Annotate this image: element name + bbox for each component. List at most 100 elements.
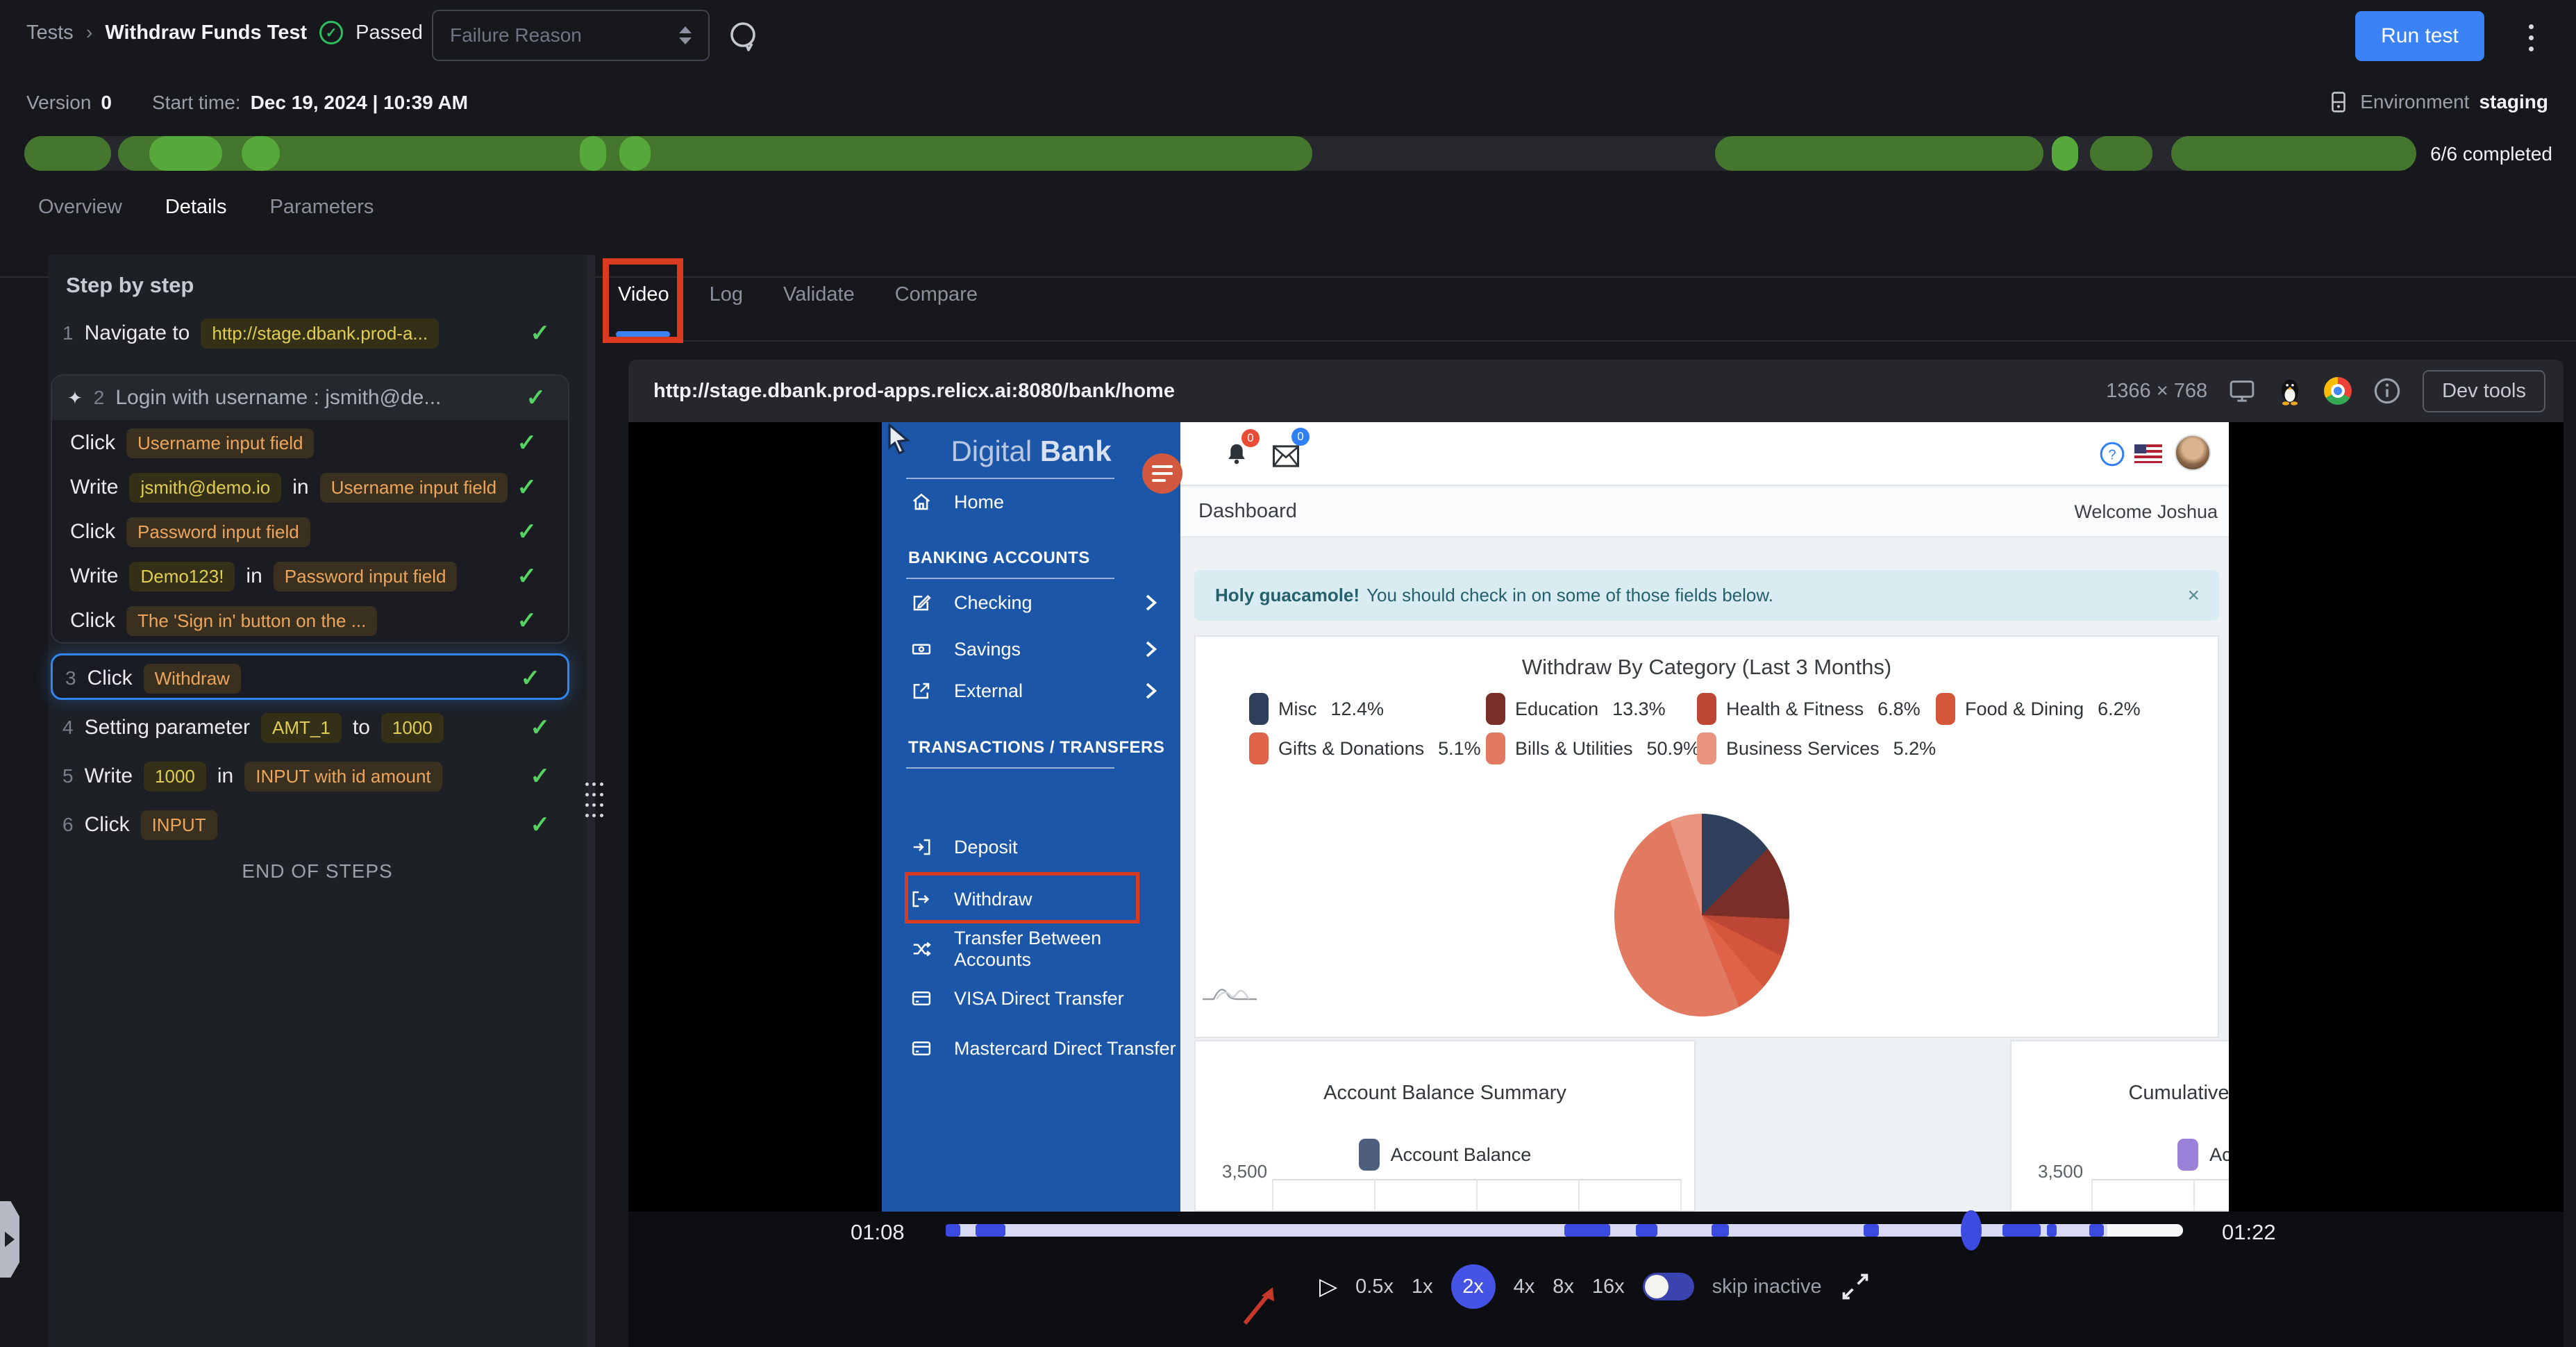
progress-segment-bright	[2052, 136, 2078, 171]
comment-bubble-icon	[730, 22, 755, 51]
step-action: Write	[70, 564, 119, 587]
progress-segment-dark	[2171, 136, 2416, 171]
step-action: Click	[70, 520, 115, 543]
bank-logo: Digital Bank	[951, 435, 1112, 467]
bank-nav-external: External	[882, 671, 1180, 710]
activity-marker	[946, 1224, 961, 1237]
home-icon	[912, 493, 930, 510]
step-check-icon: ✓	[520, 665, 541, 692]
step-check-icon: ✓	[530, 714, 551, 741]
substep-row[interactable]: Click The 'Sign in' button on the ... ✓	[70, 598, 556, 642]
panel-title: Step by step	[66, 273, 194, 297]
speed-0.5x[interactable]: 0.5x	[1355, 1275, 1394, 1298]
run-test-button[interactable]: Run test	[2355, 11, 2484, 61]
tab-validate[interactable]: Validate	[783, 283, 855, 306]
step-action: Setting parameter	[84, 716, 251, 739]
step-number: 5	[62, 765, 74, 787]
tab-log[interactable]: Log	[710, 283, 743, 306]
withdraw-category-card: Withdraw By Category (Last 3 Months) Mis…	[1194, 635, 2219, 1038]
pie-legend-item: Bills & Utilities 50.9%	[1486, 732, 1700, 765]
progress-segment-dark	[1715, 136, 2043, 171]
progress-segment-bright	[149, 136, 222, 171]
step-number: 1	[62, 322, 74, 344]
credit-card-icon	[912, 1041, 931, 1055]
substep-row[interactable]: Write jsmith@demo.io in Username input f…	[70, 465, 556, 510]
step-connector: in	[217, 764, 234, 787]
mouse-cursor-icon	[888, 424, 910, 454]
expand-triangle-icon	[5, 1232, 15, 1247]
speed-2x[interactable]: 2x	[1450, 1264, 1496, 1309]
bank-title-row: Dashboard Welcome Joshua	[1180, 487, 2229, 537]
tab-parameters[interactable]: Parameters	[270, 196, 374, 233]
step-check-icon: ✓	[530, 320, 551, 346]
dev-tools-button[interactable]: Dev tools	[2423, 369, 2545, 412]
step-row-3-selected[interactable]: 3 Click Withdraw ✓	[51, 653, 569, 700]
bank-nav-mastercard: Mastercard Direct Transfer	[882, 1029, 1180, 1068]
step-group-header[interactable]: ✦ 2 Login with username : jsmith@de... ✓	[52, 376, 568, 420]
play-button[interactable]: ▷	[1319, 1273, 1337, 1300]
bank-sidebar: Digital Bank Home BANKING ACCOUNTS Check…	[882, 422, 1180, 1212]
environment: Environment staging	[2327, 90, 2548, 114]
comment-button[interactable]	[726, 19, 760, 56]
step-row-6[interactable]: 6 Click INPUT ✓	[62, 802, 569, 848]
step-action: Click	[84, 813, 130, 836]
activity-marker	[2046, 1224, 2057, 1237]
bank-nav-checking: Checking	[882, 583, 1180, 622]
fullscreen-icon[interactable]	[1840, 1271, 1871, 1302]
annotation-box-withdraw	[905, 872, 1139, 923]
amcharts-watermark-icon	[1203, 989, 1257, 1001]
activity-marker	[2002, 1224, 2041, 1237]
bank-nav-deposit: Deposit	[882, 828, 1180, 867]
progress-segment-bright	[242, 136, 280, 171]
expand-panel-handle[interactable]	[0, 1201, 19, 1278]
activity-marker	[1636, 1224, 1657, 1237]
failure-reason-select[interactable]: Failure Reason	[432, 10, 710, 61]
step-value-badge: AMT_1	[261, 712, 342, 743]
info-icon[interactable]	[2373, 376, 2402, 405]
step-group-2[interactable]: ✦ 2 Login with username : jsmith@de... ✓…	[51, 374, 569, 644]
kebab-menu-icon[interactable]	[2520, 18, 2541, 57]
bar-chart-title: Account Balance Summary	[1323, 1082, 1566, 1104]
panel-drag-handle[interactable]	[585, 780, 603, 819]
substep-row[interactable]: Click Username input field ✓	[70, 420, 556, 466]
playhead[interactable]	[1961, 1210, 1982, 1250]
legend-swatch	[1249, 733, 1269, 764]
step-row-5[interactable]: 5 Write 1000 in INPUT with id amount ✓	[62, 753, 569, 799]
pie-chart-title: Withdraw By Category (Last 3 Months)	[1521, 655, 1892, 679]
help-icon: ?	[2100, 442, 2125, 467]
recorded-browser-screenshot: Digital Bank Home BANKING ACCOUNTS Check…	[882, 422, 2229, 1212]
skip-inactive-label: skip inactive	[1712, 1275, 1822, 1298]
skip-inactive-toggle[interactable]	[1642, 1273, 1694, 1300]
tab-details[interactable]: Details	[165, 196, 227, 233]
step-number: 6	[62, 814, 74, 835]
speed-4x[interactable]: 4x	[1514, 1275, 1535, 1298]
chevron-right-icon	[1146, 594, 1157, 611]
bank-nav-home: Home	[882, 483, 1180, 521]
ai-sparkle-icon: ✦	[67, 387, 83, 408]
step-row-4[interactable]: 4 Setting parameter AMT_1 to 1000 ✓	[62, 705, 569, 751]
bar-chart-title: Cumulative Balance Summary	[2128, 1082, 2229, 1104]
step-value-badge: http://stage.dbank.prod-a...	[201, 318, 440, 349]
step-number: 2	[93, 387, 105, 408]
breadcrumb-tests-link[interactable]: Tests	[26, 22, 74, 44]
pie-legend-item: Food & Dining 6.2%	[1936, 692, 2141, 726]
substep-row[interactable]: Click Password input field ✓	[70, 509, 556, 555]
bell-badge: 0	[1241, 429, 1260, 447]
speed-1x[interactable]: 1x	[1412, 1275, 1433, 1298]
substep-row[interactable]: Write Demo123! in Password input field ✓	[70, 553, 556, 599]
video-frame[interactable]: Digital Bank Home BANKING ACCOUNTS Check…	[628, 422, 2564, 1212]
progress-segment-bright	[619, 136, 651, 171]
step-action: Click	[70, 609, 115, 632]
step-row-1[interactable]: 1 Navigate to http://stage.dbank.prod-a.…	[62, 310, 569, 356]
version-value: 0	[101, 92, 112, 113]
tab-overview[interactable]: Overview	[38, 196, 122, 233]
linux-os-icon	[2282, 379, 2299, 405]
speed-16x[interactable]: 16x	[1592, 1275, 1625, 1298]
speed-8x[interactable]: 8x	[1553, 1275, 1574, 1298]
step-value-badge: jsmith@demo.io	[129, 472, 282, 503]
tab-compare[interactable]: Compare	[895, 283, 978, 306]
video-tabs-divider	[603, 340, 2576, 342]
start-time-value: Dec 19, 2024 | 10:39 AM	[250, 92, 469, 113]
video-seekbar[interactable]	[946, 1210, 2183, 1250]
cumulative-balance-card: Cumulative Balance Summary Account Balan…	[2010, 1040, 2229, 1212]
